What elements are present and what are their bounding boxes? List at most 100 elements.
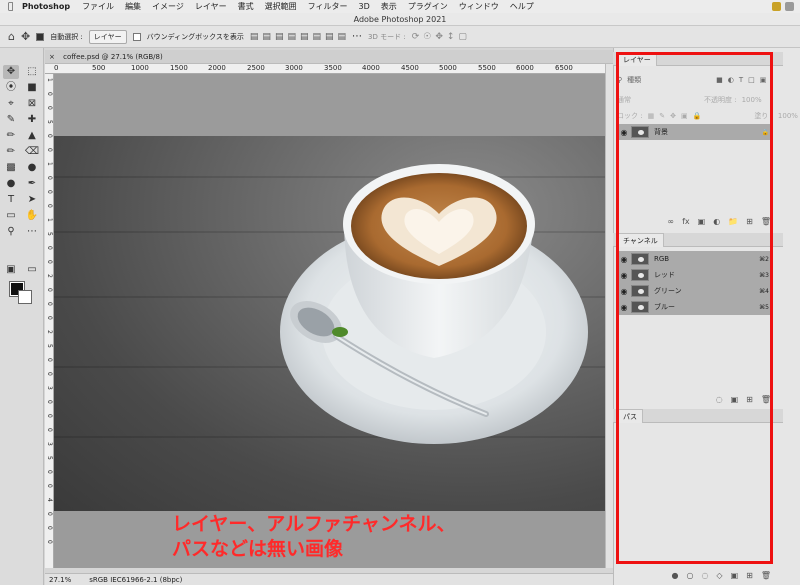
ruler-tick: 2000 — [208, 64, 226, 72]
ruler-tick: 0 — [46, 358, 53, 362]
align-left-icon[interactable]: ▤ — [250, 32, 259, 42]
home-icon[interactable]: ⌂ — [8, 30, 15, 43]
background-color-swatch[interactable] — [18, 290, 32, 304]
crop-tool-icon[interactable]: ⌖ — [3, 97, 19, 111]
tools-panel: ✥ ⬚ ⦿ ■ ⌖ ⊠ ✎ ✚ ✏ ▲ ✏ ⌫ ▩ ● ● ✒ T ➤ ▭ ✋ … — [0, 48, 44, 585]
screen-mode-icon[interactable]: ▭ — [24, 263, 40, 277]
marquee-tool-icon[interactable]: ⬚ — [24, 65, 40, 79]
more-tools-icon[interactable]: ⋯ — [24, 225, 40, 239]
type-tool-icon[interactable]: T — [3, 193, 19, 207]
menu-type[interactable]: 書式 — [238, 1, 254, 12]
ruler-tick: 0 — [46, 470, 53, 474]
blur-tool-icon[interactable]: ● — [24, 161, 40, 175]
ruler-tick: 5 — [46, 344, 53, 348]
eyedropper-tool-icon[interactable]: ✎ — [3, 113, 19, 127]
apple-icon[interactable]:  — [8, 2, 22, 12]
app-name-menu[interactable]: Photoshop — [22, 2, 70, 11]
ruler-tick: 0 — [46, 148, 53, 152]
pen-tool-icon[interactable]: ✒ — [24, 177, 40, 191]
ruler-tick: 0 — [46, 246, 53, 250]
roll-3d-icon[interactable]: ☉ — [423, 32, 431, 42]
object-select-tool-icon[interactable]: ■ — [24, 81, 40, 95]
eraser-tool-icon[interactable]: ⌫ — [24, 145, 40, 159]
fill-value[interactable]: 100% — [778, 112, 798, 120]
ruler-tick: 3500 — [324, 64, 342, 72]
ruler-tick: 0 — [46, 512, 53, 516]
close-icon[interactable]: × — [49, 53, 55, 61]
menu-3d[interactable]: 3D — [359, 2, 370, 11]
align-right-icon[interactable]: ▤ — [275, 32, 284, 42]
ruler-tick: 0 — [46, 484, 53, 488]
brush-tool-icon[interactable]: ✏ — [3, 129, 19, 143]
zoom-level[interactable]: 27.1% — [49, 574, 71, 585]
rectangle-tool-icon[interactable]: ▭ — [3, 209, 19, 223]
highlight-box — [616, 52, 773, 564]
ruler-tick: 5 — [46, 232, 53, 236]
ruler-tick: 1 — [46, 78, 53, 82]
menu-help[interactable]: ヘルプ — [510, 1, 534, 12]
ruler-tick: 2500 — [247, 64, 265, 72]
move-tool-icon[interactable]: ✥ — [21, 30, 30, 43]
history-brush-tool-icon[interactable]: ✏ — [3, 145, 19, 159]
ruler-tick: 5 — [46, 120, 53, 124]
move-tool-icon[interactable]: ✥ — [3, 65, 19, 79]
menu-edit[interactable]: 編集 — [125, 1, 141, 12]
menu-file[interactable]: ファイル — [82, 1, 114, 12]
menu-plugins[interactable]: プラグイン — [408, 1, 448, 12]
bounding-box-checkbox[interactable] — [132, 32, 141, 41]
ruler-tick: 0 — [46, 260, 53, 264]
shield-icon[interactable] — [772, 2, 781, 11]
ruler-tick: 5500 — [478, 64, 496, 72]
stroke-path-icon[interactable]: ○ — [686, 571, 693, 583]
new-path-icon[interactable]: ⊞ — [746, 571, 753, 583]
menu-select[interactable]: 選択範囲 — [265, 1, 297, 12]
three-d-mode-label: 3D モード : — [368, 32, 406, 41]
slide-3d-icon[interactable]: ↕ — [447, 32, 455, 42]
dodge-tool-icon[interactable]: ● — [3, 177, 19, 191]
menu-image[interactable]: イメージ — [152, 1, 184, 12]
ruler-tick: 0 — [46, 92, 53, 96]
hand-tool-icon[interactable]: ✋ — [24, 209, 40, 223]
menu-filter[interactable]: フィルター — [308, 1, 348, 12]
menu-view[interactable]: 表示 — [381, 1, 397, 12]
auto-select-checkbox[interactable] — [36, 32, 45, 41]
ruler-tick: 4000 — [362, 64, 380, 72]
align-center-icon[interactable]: ▤ — [262, 32, 271, 42]
paths-footer: ● ○ ◌ ◇ ▣ ⊞ 🗑 — [617, 571, 771, 583]
menu-layer[interactable]: レイヤー — [195, 1, 227, 12]
vertical-ruler: 1 0 0 5 0 0 1 0 0 0 1 5 0 0 2 0 0 0 2 5 0 0 3 0 0 0 3 5 0 0 4 0 0 0 — [45, 74, 54, 568]
path-select-tool-icon[interactable]: ➤ — [24, 193, 40, 207]
menu-extra-icon[interactable] — [785, 2, 794, 11]
distribute-horizontal-icon[interactable]: ▤ — [338, 32, 347, 42]
healing-brush-tool-icon[interactable]: ✚ — [24, 113, 40, 127]
distribute-icon[interactable]: ▤ — [325, 32, 334, 42]
zoom-tool-icon[interactable]: ⚲ — [3, 225, 19, 239]
ruler-tick: 0 — [46, 414, 53, 418]
quick-mask-icon[interactable]: ▣ — [3, 263, 19, 277]
add-mask-icon[interactable]: ▣ — [731, 571, 739, 583]
document-tab[interactable]: × coffee.psd @ 27.1% (RGB/8) — [45, 50, 613, 64]
ruler-tick: 3 — [46, 386, 53, 390]
menu-window[interactable]: ウィンドウ — [459, 1, 499, 12]
auto-select-target-dropdown[interactable]: レイヤー — [88, 29, 127, 44]
trash-icon[interactable]: 🗑 — [761, 571, 771, 583]
ruler-tick: 2 — [46, 330, 53, 334]
pan-3d-icon[interactable]: ✥ — [435, 32, 443, 42]
load-path-selection-icon[interactable]: ◌ — [701, 571, 708, 583]
clone-stamp-tool-icon[interactable]: ▲ — [24, 129, 40, 143]
frame-tool-icon[interactable]: ⊠ — [24, 97, 40, 111]
canvas-area[interactable] — [54, 74, 605, 568]
status-bar: 27.1% sRGB IEC61966-2.1 (8bpc) — [45, 573, 613, 585]
scale-3d-icon[interactable]: ▢ — [458, 32, 467, 42]
align-middle-icon[interactable]: ▤ — [300, 32, 309, 42]
lasso-tool-icon[interactable]: ⦿ — [3, 81, 19, 95]
align-top-icon[interactable]: ▤ — [287, 32, 296, 42]
document-tab-label: coffee.psd @ 27.1% (RGB/8) — [63, 53, 163, 61]
orbit-3d-icon[interactable]: ⟳ — [412, 32, 420, 42]
align-bottom-icon[interactable]: ▤ — [312, 32, 321, 42]
fill-path-icon[interactable]: ● — [671, 571, 678, 583]
vertical-scrollbar[interactable] — [605, 64, 613, 568]
gradient-tool-icon[interactable]: ▩ — [3, 161, 19, 175]
more-options-icon[interactable]: ⋯ — [352, 31, 362, 42]
make-path-icon[interactable]: ◇ — [716, 571, 722, 583]
